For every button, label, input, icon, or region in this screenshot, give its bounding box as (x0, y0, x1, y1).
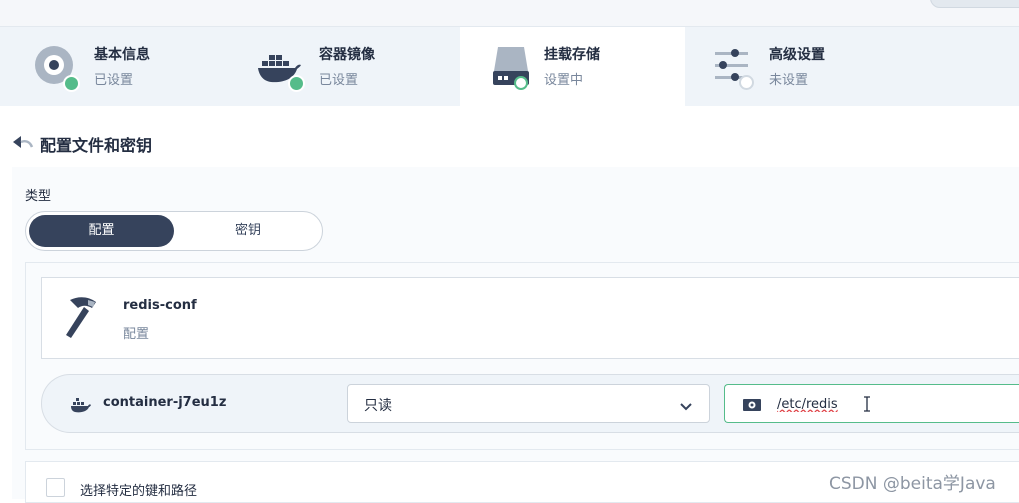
mount-path-field (724, 384, 1019, 423)
info-disc-icon (30, 41, 80, 92)
top-pill-button[interactable] (930, 0, 1019, 8)
step-status: 设置中 (544, 73, 584, 88)
step-title: 高级设置 (769, 47, 825, 63)
step-title: 挂载存储 (544, 47, 600, 63)
type-label: 类型 (25, 189, 52, 204)
section-title: 配置文件和密钥 (40, 136, 153, 155)
step-basic-info[interactable]: 基本信息 已设置 (0, 27, 225, 106)
top-bar (0, 0, 1019, 27)
mount-path-icon (742, 397, 762, 416)
access-mode-value: 只读 (364, 398, 392, 414)
type-segmented-control: 配置 密钥 (25, 211, 323, 251)
access-mode-select[interactable]: 只读 (347, 384, 710, 423)
step-status: 未设置 (769, 73, 809, 88)
sliders-icon (710, 41, 765, 91)
step-status: 已设置 (319, 73, 359, 88)
text-cursor-icon (862, 396, 872, 416)
config-item-type: 配置 (123, 327, 150, 342)
step-mount-storage[interactable]: 挂载存储 设置中 (460, 27, 685, 106)
status-done-dot (288, 75, 305, 92)
container-name: container-j7eu1z (103, 395, 227, 410)
step-title: 基本信息 (94, 47, 150, 63)
step-title: 容器镜像 (319, 47, 375, 63)
status-done-dot (63, 75, 80, 92)
docker-whale-icon (255, 41, 305, 92)
key-path-label: 选择特定的键和路径 (80, 484, 198, 499)
status-pending-dot (739, 75, 754, 90)
status-in-progress-dot (514, 76, 528, 90)
type-option-secret[interactable]: 密钥 (176, 215, 320, 247)
hammer-icon (62, 294, 104, 346)
step-status: 已设置 (94, 73, 134, 88)
type-option-config[interactable]: 配置 (29, 215, 174, 247)
wizard-steps: 基本信息 已设置 容器镜像 已设置 挂载存储 设置中 高级设置 未设置 (0, 27, 1019, 106)
step-container-image[interactable]: 容器镜像 已设置 (225, 27, 450, 106)
back-arrow-icon[interactable] (12, 133, 34, 155)
storage-disk-icon (490, 41, 540, 91)
config-item-name: redis-conf (123, 298, 197, 313)
mount-path-input[interactable] (775, 393, 979, 415)
key-path-checkbox[interactable] (46, 478, 65, 497)
chevron-down-icon (679, 397, 693, 416)
step-advanced-settings[interactable]: 高级设置 未设置 (685, 27, 910, 106)
watermark: CSDN @beita学Java (829, 474, 996, 494)
mount-row: container-j7eu1z 只读 (41, 374, 1019, 433)
docker-whale-icon (70, 397, 92, 417)
config-item-card[interactable]: redis-conf 配置 (41, 277, 1019, 359)
